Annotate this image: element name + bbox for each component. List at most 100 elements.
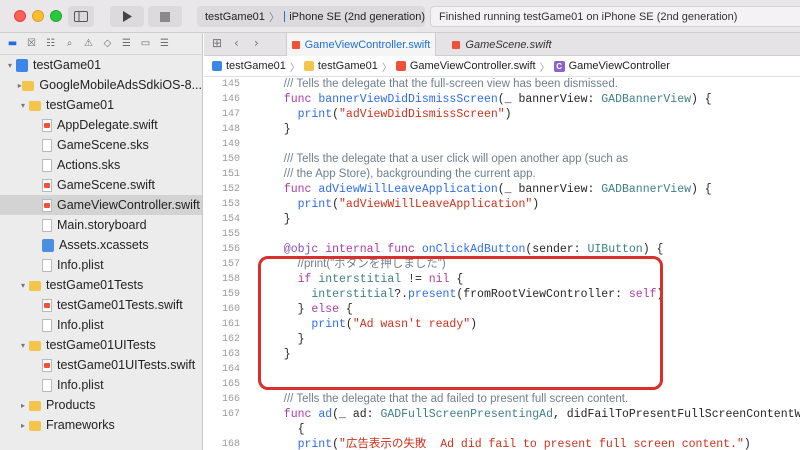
navigator-item[interactable]: ▾ testGame01 (0, 55, 202, 75)
navigator-item[interactable]: ▸ GoogleMobileAdsSdkiOS-8... (0, 75, 202, 95)
folder-icon (303, 61, 314, 71)
sidebar-icon (74, 11, 88, 22)
navigator-item[interactable]: GameViewController.swift (0, 195, 202, 215)
class-icon: C (553, 60, 565, 72)
jump-bar-symbol[interactable]: GameViewController (569, 60, 670, 72)
close-window-button[interactable] (14, 10, 26, 22)
report-icon[interactable]: ☰ (158, 38, 171, 50)
folder-y-icon (29, 280, 41, 291)
navigator-item[interactable]: Info.plist (0, 375, 202, 395)
project-icon (16, 58, 28, 72)
navigator-item[interactable]: testGame01UITests.swift (0, 355, 202, 375)
jump-bar-project[interactable]: testGame01 (226, 60, 286, 72)
jump-bar-group[interactable]: testGame01 (318, 60, 378, 72)
source-editor[interactable]: 145 146 147 148 149 150 151 152 153 154 155 156 157 1… (204, 77, 800, 450)
chevron-right-icon: 〉 (381, 62, 392, 74)
code-token: ad (318, 408, 333, 421)
code-token: (_ bannerView: (497, 93, 602, 106)
navigator-item[interactable]: ▾ testGame01Tests (0, 275, 202, 295)
navigator-toggle-button[interactable] (68, 6, 94, 27)
code-token: func (283, 408, 319, 421)
line-number: 145 (221, 79, 240, 90)
navigator-item-label: GameScene.sks (57, 138, 149, 152)
device-name: iPhone SE (2nd generation) (289, 10, 425, 23)
search-icon[interactable]: ⌕ (63, 38, 76, 50)
navigator-item[interactable]: ▾ testGame01UITests (0, 335, 202, 355)
code-line: } (270, 212, 800, 227)
code-token: func (283, 93, 319, 106)
disclosure-closed-icon[interactable]: ▸ (17, 401, 29, 410)
code-token: (_ bannerView: (497, 183, 602, 196)
line-number: 157 (221, 259, 240, 270)
line-number: 155 (221, 229, 240, 240)
code-token: , didFailToPresentFullScreenContentWithE… (552, 408, 800, 421)
folder-y-icon (22, 80, 35, 91)
breakpoint-icon[interactable]: ▭ (139, 38, 152, 50)
tab-gameviewcontroller[interactable]: GameViewController.swift (286, 33, 436, 56)
run-button[interactable] (110, 6, 144, 27)
code-token: { (297, 423, 305, 436)
navigator-item[interactable]: ▾ testGame01 (0, 95, 202, 115)
navigator-selector-bar: ▬ ☒ ☷ ⌕ ⚠ ◇ ☰ ▭ ☰ (0, 33, 202, 55)
swift-file-icon (291, 40, 300, 49)
tab-gamescene[interactable]: GameScene.swift (442, 33, 562, 56)
line-number: 147 (221, 109, 240, 120)
code-token: @objc (283, 243, 326, 256)
navigator-item[interactable]: Info.plist (0, 255, 202, 275)
line-number: 168 (221, 439, 240, 450)
zoom-window-button[interactable] (50, 10, 62, 22)
code-line: print("adViewWillLeaveApplication") (270, 197, 800, 212)
file-icon (42, 218, 52, 232)
disclosure-open-icon[interactable]: ▾ (17, 341, 29, 350)
code-token: print (297, 438, 333, 450)
scheme-name: testGame01 (205, 10, 265, 23)
line-number: 154 (221, 214, 240, 225)
navigator-item[interactable]: AppDelegate.swift (0, 115, 202, 135)
swift-icon (42, 198, 52, 212)
warning-icon[interactable]: ⚠ (82, 38, 95, 50)
folder-icon[interactable]: ▬ (6, 38, 19, 50)
navigator-item[interactable]: GameScene.swift (0, 175, 202, 195)
line-number: 166 (221, 394, 240, 405)
source-control-icon[interactable]: ☒ (25, 38, 38, 50)
disclosure-open-icon[interactable]: ▾ (4, 61, 16, 70)
stop-button[interactable] (148, 6, 182, 27)
line-number: 151 (221, 169, 240, 180)
navigator-item[interactable]: Assets.xcassets (0, 235, 202, 255)
debug-icon[interactable]: ☰ (120, 38, 133, 50)
navigator-item[interactable]: Actions.sks (0, 155, 202, 175)
navigator-item[interactable]: testGame01Tests.swift (0, 295, 202, 315)
file-icon (42, 318, 52, 332)
navigator-item[interactable]: Main.storyboard (0, 215, 202, 235)
disclosure-open-icon[interactable]: ▾ (17, 101, 29, 110)
navigator-item[interactable]: ▸ Frameworks (0, 415, 202, 435)
swift-icon (42, 358, 52, 372)
jump-bar-file[interactable]: GameViewController.swift (410, 60, 536, 72)
navigator-item-label: GameViewController.swift (57, 198, 200, 212)
grid-icon[interactable]: ⊞ (212, 36, 222, 50)
code-token: GADBannerView (601, 93, 691, 106)
code-token: ) { (691, 183, 712, 196)
file-icon (42, 158, 52, 172)
navigator-item-label: testGame01Tests (46, 278, 144, 292)
code-token: } (283, 213, 291, 226)
line-number: 164 (221, 364, 240, 375)
line-number: 152 (221, 184, 240, 195)
line-number: 148 (221, 124, 240, 135)
navigator-item[interactable]: GameScene.sks (0, 135, 202, 155)
tab-label: GameScene.swift (465, 38, 552, 51)
navigator-item-label: GameScene.swift (57, 178, 155, 192)
back-chevron-icon[interactable]: ‹ (234, 36, 239, 50)
navigator-item[interactable]: ▸ Products (0, 395, 202, 415)
scheme-selector[interactable]: testGame01 〉 iPhone SE (2nd generation) (197, 6, 425, 27)
disclosure-open-icon[interactable]: ▾ (17, 281, 29, 290)
test-icon[interactable]: ◇ (101, 38, 114, 50)
code-token: adViewWillLeaveApplication (318, 183, 498, 196)
forward-chevron-icon[interactable]: › (254, 36, 259, 50)
disclosure-closed-icon[interactable]: ▸ (17, 421, 29, 430)
minimize-window-button[interactable] (32, 10, 44, 22)
navigator-item[interactable]: Info.plist (0, 315, 202, 335)
symbol-icon[interactable]: ☷ (44, 38, 57, 50)
code-token: ( (332, 198, 340, 211)
line-number: 167 (221, 409, 240, 420)
